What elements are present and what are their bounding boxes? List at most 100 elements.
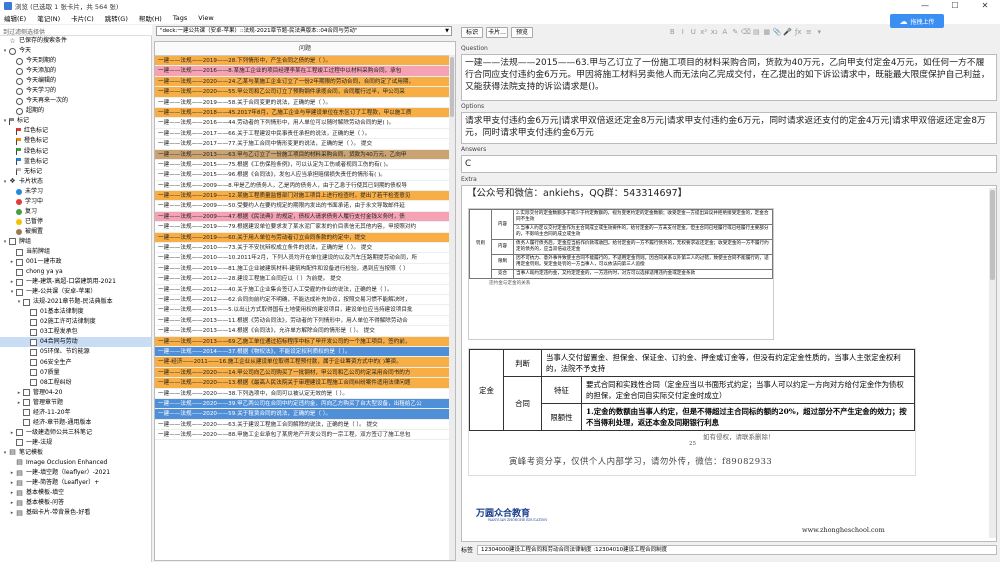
table-row[interactable]: 一建——法规——2012——62.合同向前约定不明确，不能达成补充协议，按照交易… xyxy=(155,294,455,306)
sidebar-item[interactable]: 今天编辑的 xyxy=(0,76,151,86)
expand-arrow-icon[interactable]: ▸ xyxy=(9,508,15,518)
sidebar-item[interactable]: ▾ ▤ 笔记模板 xyxy=(0,448,151,458)
sidebar-item[interactable]: 蓝色标记 xyxy=(0,157,151,167)
question-field[interactable]: 一建——法规——2015——63.甲与乙订立了一份施工项目的材料采购合同，货款为… xyxy=(461,54,997,101)
sidebar-item[interactable]: ▸ ▤ 基本模板-问答 xyxy=(0,498,151,508)
table-icon[interactable]: ▤ xyxy=(751,28,762,36)
minimize-button[interactable]: — xyxy=(910,0,940,12)
tags-input[interactable]: 12304000建设工程合同和劳动合同法律制度 :12304010建设工程合同制… xyxy=(477,544,997,555)
grid-icon[interactable]: ▦ xyxy=(762,28,773,36)
expand-arrow-icon[interactable]: ▾ xyxy=(9,287,15,297)
sidebar-filter[interactable]: 到过滤侧选择供 xyxy=(0,25,152,36)
table-row[interactable]: 一建——法规——2012——28.建设工程施工合同应以（ ）为前提。 提交 xyxy=(155,274,455,285)
scrollbar-thumb[interactable] xyxy=(450,57,454,117)
table-row[interactable]: 一建——法规——2017——77.关于施工合同中情形变更的说法，正确的是（ ）。… xyxy=(155,139,455,150)
chevron-down-icon[interactable]: ▼ xyxy=(445,28,449,35)
column-header-question[interactable]: 问题 xyxy=(155,42,455,56)
sidebar-item[interactable]: 超期的 xyxy=(0,106,151,116)
table-row[interactable]: 一建——法规——2013——63.甲与乙订立了一份施工项目的材料采购合同，货款为… xyxy=(155,149,455,160)
fields-button[interactable]: 标识 xyxy=(461,27,483,38)
table-row[interactable]: 一建——法规——2019——79.根据建设单位要求发了某水泥厂家发的价目表信无其… xyxy=(155,222,455,233)
sidebar-item[interactable]: ▸ 一建-建筑-高超-口袋建筑用-2021 xyxy=(0,277,151,287)
table-row[interactable]: 一建-经济——2011——16.施工企业从建设单位取得工程预付款，属于企业筹资方… xyxy=(155,357,455,368)
sidebar-item[interactable]: 当前牌组 xyxy=(0,247,151,257)
text-color-icon[interactable]: A xyxy=(720,28,731,36)
menu-go[interactable]: 跳转(G) xyxy=(105,13,128,23)
expand-arrow-icon[interactable]: ▾ xyxy=(2,448,8,458)
answers-field[interactable]: C xyxy=(461,155,997,173)
sidebar-item[interactable]: ▸ ▤ 一建-填空题（leaflyer）-2021 xyxy=(0,468,151,478)
expand-arrow-icon[interactable]: ▸ xyxy=(9,468,15,478)
highlight-icon[interactable]: ✎ xyxy=(730,28,741,36)
table-row[interactable]: 一建——法规——2019——58.关于合同变更的说法，正确的是（ ）。 xyxy=(155,97,455,108)
table-row[interactable]: 一建——法规——2015——96.根据《合同法》，发包人应当承担赔偿损失责任的情… xyxy=(155,170,455,181)
sidebar-item[interactable]: 今天到期的 xyxy=(0,56,151,66)
table-row[interactable]: 一建——法规——2020——24.乙某与某施工企业订立了一份2年期限的劳动合同，… xyxy=(155,76,455,88)
table-row[interactable]: 一建——法规——2020——13.根据《最高人民法院关于审理建设工程施工合同纠纷… xyxy=(155,378,455,389)
sidebar-item[interactable]: 绿色标记 xyxy=(0,147,151,157)
attach-icon[interactable]: 📎 xyxy=(772,28,783,36)
expand-arrow-icon[interactable]: ▸ xyxy=(9,277,15,287)
expand-arrow-icon[interactable]: ▸ xyxy=(9,478,15,488)
sidebar-item[interactable]: 07质量 xyxy=(0,368,151,378)
table-row[interactable]: 一建——法规——2019——28.下列情形中，产生合同之债的是（ ）。 xyxy=(155,56,455,67)
extra-field[interactable]: 【公众号和微信：ankiehs，QQ群：543314697】 罚则 内容 2.实际交… xyxy=(461,185,997,542)
table-row[interactable]: 一建——法规——2010——10.2011年2月，下列人员均开在单位建设的以及汽… xyxy=(155,253,455,264)
table-row[interactable]: 一建——法规——2018——45.2017年8月，乙施工企业与甲建设单位在东区订… xyxy=(155,107,455,119)
table-row[interactable]: 一建——法规——2019——12.某施工程质量监督部门对施工项目上进行检查时，提… xyxy=(155,191,455,202)
sidebar-item[interactable]: ▾ 法规-2021章节题-民法典版本 xyxy=(0,297,151,307)
table-row[interactable]: 一建——法规——2020——59.关于租赁合同的说法，正确的是（ ）。 xyxy=(155,409,455,420)
expand-arrow-icon[interactable]: ▸ xyxy=(16,388,22,398)
menu-notes[interactable]: 笔记(N) xyxy=(37,13,60,23)
expand-arrow-icon[interactable]: ▸ xyxy=(9,257,15,267)
superscript-icon[interactable]: x² xyxy=(699,28,710,36)
sidebar-item[interactable]: ▾ ❖ 卡片状态 xyxy=(0,177,151,187)
sidebar-item[interactable]: ▸ 一级建造师公共三科笔记 xyxy=(0,428,151,438)
table-row[interactable]: 一建——法规——2009——50.受要约人在要约规定的期限内发出的书面承诺，由于… xyxy=(155,201,455,212)
table-row[interactable]: 一建——法规——2016——8.某施工企业的项目经理李某在工程竣工过程中以材料采… xyxy=(155,66,455,77)
menu-help[interactable]: 帮助(H) xyxy=(139,13,162,23)
clear-format-icon[interactable]: ⌫ xyxy=(741,28,752,36)
expand-arrow-icon[interactable]: ▾ xyxy=(2,116,8,126)
table-row[interactable]: 一建——法规——2019——81.施工企业被建筑材料-建筑构配件和设备进行检验，… xyxy=(155,263,455,275)
formula-icon[interactable]: ƒx xyxy=(793,28,804,36)
sidebar-item[interactable]: 03工程发承包 xyxy=(0,327,151,337)
sidebar-item[interactable]: 01基本法律制度 xyxy=(0,307,151,317)
expand-arrow-icon[interactable]: ▸ xyxy=(9,428,15,438)
underline-icon[interactable]: U xyxy=(688,28,699,36)
sidebar-item[interactable]: ▾ 一建-公共课（安卓-苹果） xyxy=(0,287,151,297)
sidebar-item[interactable]: ▸ 管理章节题 xyxy=(0,398,151,408)
sidebar-item[interactable]: 学习中 xyxy=(0,197,151,207)
sidebar-item[interactable]: 08工程纠纷 xyxy=(0,378,151,388)
table-row[interactable]: 一建——法规——2009——8.甲是乙的债务人，乙是丙的债务人，由于乙息于行使其… xyxy=(155,180,455,192)
search-input[interactable]: "deck:一建公共课（安卓-苹果）::法规-2021章节题-民法典版本::04… xyxy=(156,26,452,36)
table-row[interactable]: 一建——法规——2012——40.关于施工企业集合签订入工受雇的作业的说法，正确… xyxy=(155,284,455,295)
bold-icon[interactable]: B xyxy=(667,28,678,36)
table-row[interactable]: 一建——法规——2015——75.根据《工伤保险条例》，可以认定为工伤或者视同工… xyxy=(155,159,455,171)
sidebar-item[interactable]: ▤ Image Occlusion Enhanced xyxy=(0,458,151,468)
sidebar-item[interactable]: 经济-章节题-通用版本 xyxy=(0,418,151,428)
expand-arrow-icon[interactable]: ▸ xyxy=(9,498,15,508)
expand-arrow-icon[interactable]: ▾ xyxy=(2,237,8,247)
table-row[interactable]: 一建——法规——2020——14.甲公司向乙公司购买了一批钢材，甲公司和乙公司约… xyxy=(155,367,455,379)
preview-button[interactable]: 预览 xyxy=(511,27,533,38)
sidebar-item[interactable]: 一建-法规 xyxy=(0,438,151,448)
sidebar-item[interactable]: 橙色标记 xyxy=(0,136,151,146)
expand-arrow-icon[interactable]: ▸ xyxy=(16,398,22,408)
menu-view[interactable]: View xyxy=(198,14,213,22)
sidebar-item[interactable]: ☆ 已保存的搜索条件 xyxy=(0,36,151,46)
sidebar-item[interactable]: ▸ ▤ 一建-简答题（Leaflyer）+ xyxy=(0,478,151,488)
sidebar-item[interactable]: ▸ ▤ 基础卡片-带背景色-好看 xyxy=(0,508,151,518)
extra-scrollbar-thumb[interactable] xyxy=(990,190,995,280)
options-field[interactable]: 请求甲支付违约金6万元|请求甲双倍返还定金8万元|请求甲支付违约金6万元，同时请… xyxy=(461,112,997,144)
menu-tags[interactable]: Tags xyxy=(173,14,187,22)
sidebar-item[interactable]: chong ya ya xyxy=(0,267,151,277)
table-row[interactable]: 一建——法规——2020——38.下列选项中，合同可以被认定无效的是（ ）。 xyxy=(155,388,455,399)
sidebar-item[interactable]: ▸ ▤ 基本模板-填空 xyxy=(0,488,151,498)
table-row[interactable]: 一建——法规——2020——55.甲公司和乙公司订立了预购钢件承揽合同，合同履行… xyxy=(155,87,455,98)
sidebar-item[interactable]: 今天再来一次的 xyxy=(0,96,151,106)
subscript-icon[interactable]: x₂ xyxy=(709,28,720,36)
table-row[interactable]: 一建——法规——2020——88.甲施工企业承包了某房地产开发公司的一宗工程，双… xyxy=(155,430,455,441)
maximize-button[interactable]: ☐ xyxy=(940,0,970,12)
sidebar-item[interactable]: ▾ 标记 xyxy=(0,116,151,126)
